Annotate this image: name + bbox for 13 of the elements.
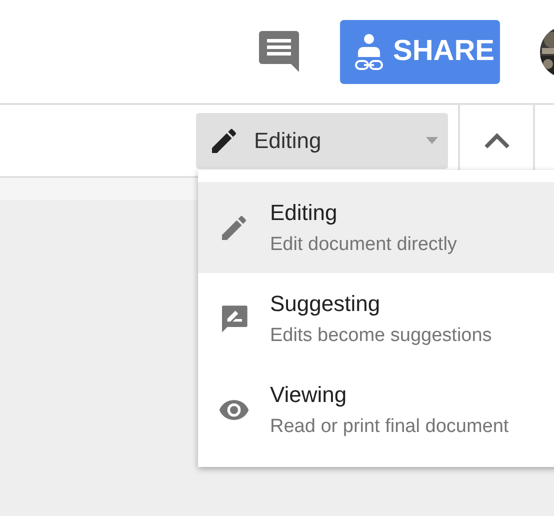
comment-icon[interactable] <box>258 30 300 72</box>
mode-dropdown[interactable]: Editing <box>196 112 448 168</box>
menu-item[interactable]: Editing Edit document directly <box>198 182 554 273</box>
item-title: Editing <box>270 200 338 226</box>
item-description: Edits become suggestions <box>270 324 492 346</box>
chevron-up-icon[interactable] <box>484 132 510 148</box>
item-description: Edit document directly <box>270 234 457 256</box>
caret-icon <box>426 137 438 144</box>
share-button[interactable]: SHARE <box>340 20 500 84</box>
item-title: Viewing <box>270 382 348 408</box>
item-title: Suggesting <box>270 290 382 316</box>
person-link-icon <box>355 32 383 70</box>
item-description: Read or print final document <box>270 416 509 438</box>
